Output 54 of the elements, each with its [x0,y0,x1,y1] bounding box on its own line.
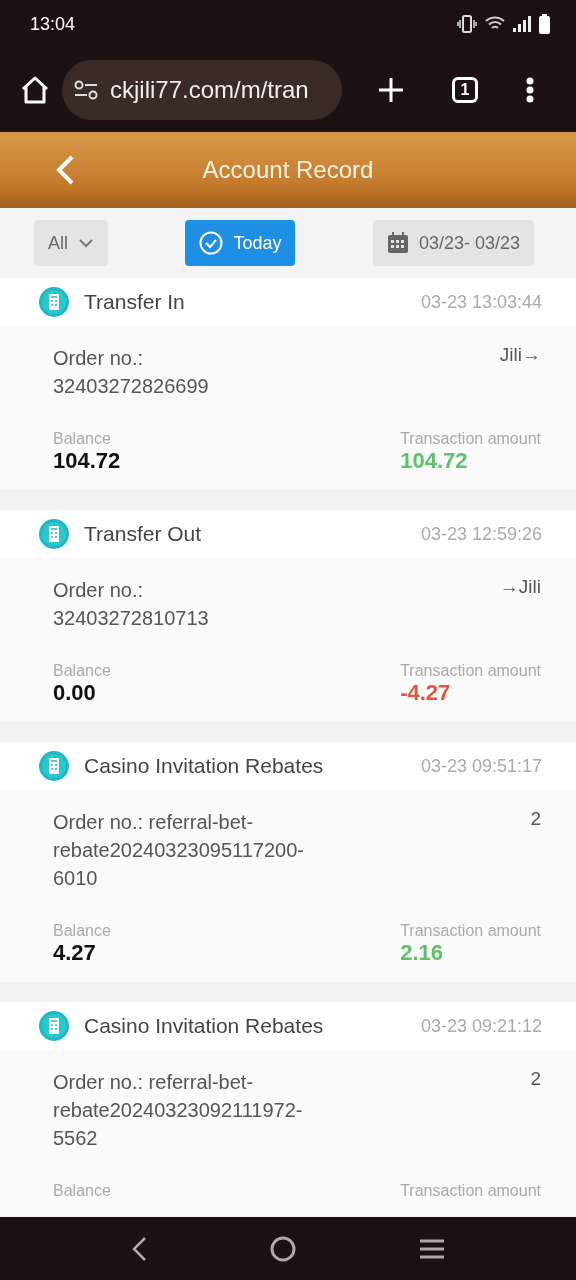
plus-icon[interactable] [378,77,404,103]
home-circle-icon[interactable] [270,1235,296,1262]
record-time: 03-23 13:03:44 [420,291,542,313]
signal-icon [513,16,531,32]
type-dropdown[interactable]: All [34,220,108,266]
amount-label: Transaction amount [400,662,541,680]
record-time: 03-23 09:51:17 [420,755,542,777]
transfer-target: Jili→ [499,344,541,366]
balance-label: Balance [53,922,111,940]
transfer-target: →Jili [499,576,541,598]
amount-label: Transaction amount [400,922,541,940]
amount-value: -4.27 [400,680,451,706]
amount-value: 104.72 [400,448,468,474]
tab-count-button[interactable]: 1 [452,77,478,103]
check-circle-icon [199,231,224,255]
address-bar[interactable]: ckjili77.com/m/tran [62,60,342,120]
date-range-button[interactable]: 03/23- 03/23 [372,220,534,266]
order-number: Order no.: referral-bet-rebate20240323095117200-6010 [53,810,305,891]
receipt-icon [38,1010,70,1042]
balance-value: 0.00 [53,680,96,706]
record-title: Casino Invitation Rebates [84,1014,325,1038]
receipt-icon [38,750,70,782]
menu-icon[interactable] [418,1238,445,1259]
site-settings-icon[interactable] [74,79,98,101]
record-title: Transfer In [84,290,186,314]
record-title: Casino Invitation Rebates [84,754,325,778]
vibrate-icon [457,15,477,33]
amount-value: 2.16 [400,940,443,966]
page-title: Account Record [202,156,374,184]
order-number: Order no.: 32403272810713 [53,578,210,631]
more-icon[interactable] [526,77,534,103]
battery-icon [539,14,550,34]
receipt-icon [38,518,70,550]
receipt-icon [38,286,70,318]
order-number: Order no.: referral-bet-rebate20240323092111972-5562 [53,1070,304,1151]
balance-value: 104.72 [53,448,121,474]
balance-label: Balance [53,662,111,680]
balance-label: Balance [53,430,111,448]
record-time: 03-23 12:59:26 [420,523,542,545]
amount-label: Transaction amount [400,430,541,448]
amount-label: Transaction amount [400,1182,541,1200]
today-button[interactable]: Today [185,220,296,266]
chevron-down-icon [78,238,94,248]
balance-value: 4.27 [53,940,96,966]
home-icon[interactable] [20,76,50,104]
clock-time: 13:04 [30,13,76,35]
transfer-target: 2 [530,808,541,830]
back-icon[interactable] [131,1235,148,1262]
transfer-target: 2 [530,1068,541,1090]
calendar-icon [386,232,409,254]
record-time: 03-23 09:21:12 [420,1015,542,1037]
order-number: Order no.: 32403272826699 [53,346,210,399]
record-title: Transfer Out [84,522,203,546]
balance-label: Balance [53,1182,111,1200]
